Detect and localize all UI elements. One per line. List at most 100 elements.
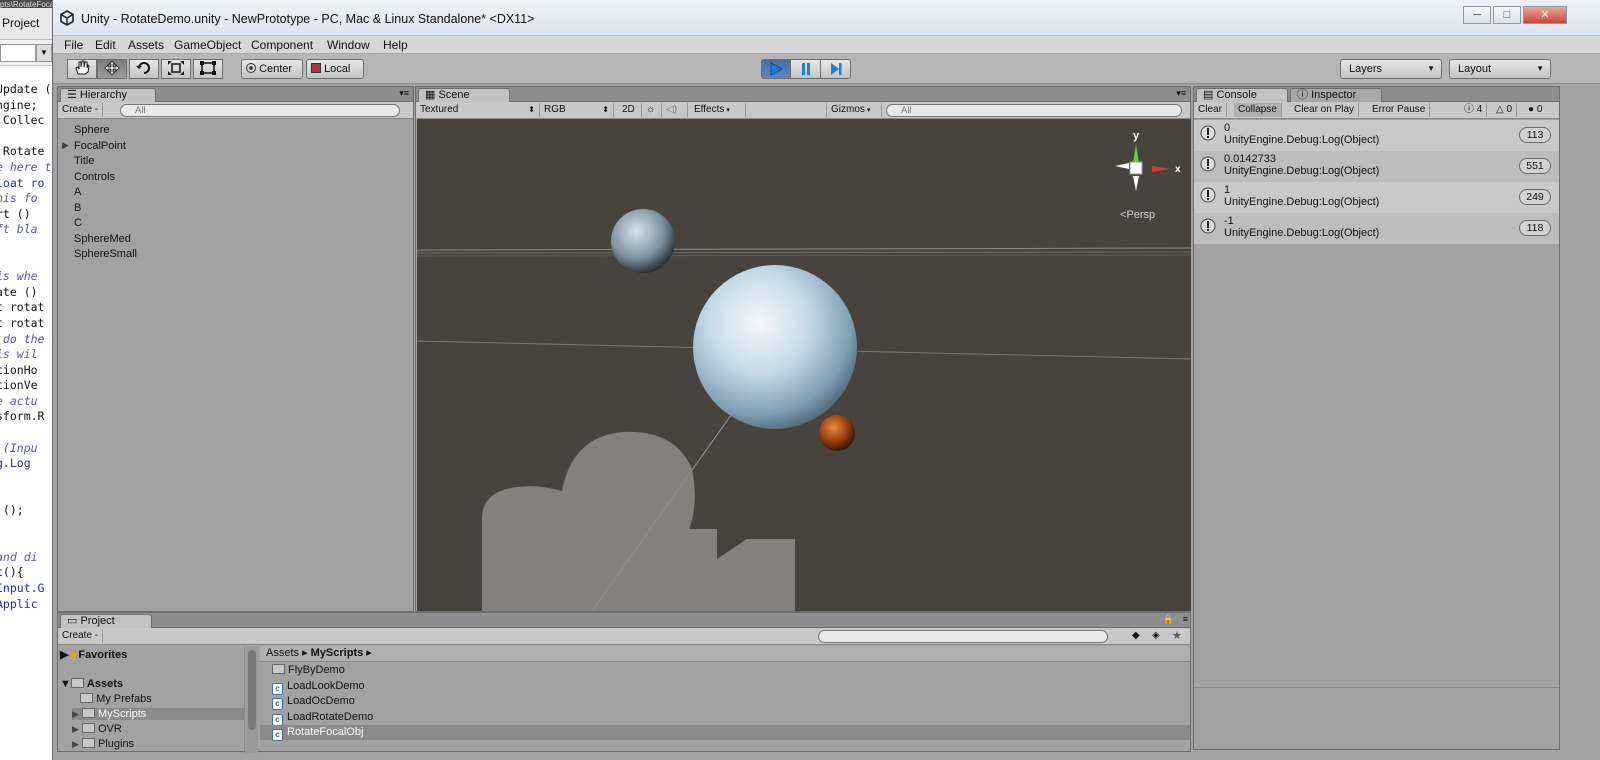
mode-2d-toggle[interactable]: 2D [618,103,642,117]
pivot-center-button[interactable]: Center [241,59,303,79]
hierarchy-item[interactable]: Title [74,155,94,167]
asset-script[interactable]: c RotateFocalObj [260,725,1190,741]
assets-node[interactable]: ▼ Assets [60,678,123,690]
console-entry[interactable]: 0.0142733 UnityEngine.Debug:Log(Object) 55… [1194,151,1559,182]
console-error-pause-button[interactable]: Error Pause [1368,103,1431,117]
assets-tree-label: OVR [97,723,122,735]
favorite-star-icon[interactable]: ★ [1172,629,1182,642]
assets-tree-item[interactable]: ▶ MyScripts [72,708,245,720]
hierarchy-item[interactable]: SphereSmall [74,248,137,260]
hand-tool-button[interactable] [67,59,97,79]
shading-mode-dropdown[interactable]: Textured ⬍ [416,103,540,117]
asset-script[interactable]: c LoadOcDemo [260,694,1190,710]
layout-dropdown[interactable]: Layout ▼ [1449,59,1551,79]
panel-menu-icon[interactable]: ≡ [1183,614,1188,624]
render-mode-dropdown[interactable]: RGB ⬍ [540,103,614,117]
hierarchy-create-button[interactable]: Create - [58,103,104,117]
scene-viewport[interactable]: y x <Persp [417,119,1191,611]
tab-project[interactable]: ▭ Project [60,614,152,628]
console-entry[interactable]: 0 UnityEngine.Debug:Log(Object) 113 [1194,120,1559,151]
breadcrumb-myscripts[interactable]: MyScripts [311,647,364,659]
sphere[interactable] [693,265,857,429]
gizmo-x-axis[interactable] [1152,166,1171,172]
maximize-button[interactable]: □ [1493,6,1521,24]
scene-gizmo[interactable]: y x <Persp [1115,130,1181,221]
hierarchy-item[interactable]: Controls [74,171,115,183]
play-button[interactable] [761,59,791,79]
hierarchy-item[interactable]: SphereMed [74,233,131,245]
menu-help[interactable]: Help [383,38,408,52]
effects-dropdown[interactable]: Effects ▾ [690,103,746,117]
menu-assets[interactable]: Assets [128,38,164,52]
chevron-down-icon[interactable]: ▼ [36,44,52,62]
gizmo-y-axis[interactable] [1133,144,1139,163]
favorites-node[interactable]: ▶★Favorites [60,648,127,661]
project-tree-scrollbar[interactable] [246,646,258,753]
scrollbar-thumb[interactable] [248,650,256,730]
menu-component[interactable]: Component [251,38,313,52]
layers-dropdown[interactable]: Layers ▼ [1340,59,1442,79]
project-tree: ▶★Favorites ▼ Assets My Prefabs ▶ MyScript… [58,646,245,753]
log-filter-toggle[interactable]: ⓘ 4 [1460,103,1488,117]
console-entry[interactable]: -1 UnityEngine.Debug:Log(Object) 118 [1194,213,1559,244]
tab-console[interactable]: ▤ Console [1196,88,1288,102]
gizmo-neg-y-axis[interactable] [1133,176,1139,191]
minimize-button[interactable]: ─ [1463,6,1491,24]
hierarchy-item[interactable]: C [74,217,82,229]
asset-folder[interactable]: FlyByDemo [260,663,1190,678]
sphere-med[interactable] [611,209,675,273]
code-line: Rotate [0,144,45,159]
tab-scene[interactable]: ▦ Scene [418,88,510,102]
filter-by-label-icon[interactable]: ◈ [1152,630,1160,641]
asset-script[interactable]: c LoadLookDemo [260,679,1190,695]
scale-tool-button[interactable] [161,59,191,79]
menu-edit[interactable]: Edit [95,38,116,52]
console-clear-button[interactable]: Clear [1194,103,1227,117]
projection-label[interactable]: <Persp [1120,209,1155,221]
hierarchy-item[interactable]: B [74,202,81,214]
close-button[interactable]: ✕ [1523,6,1567,24]
hierarchy-search-input[interactable]: All [120,104,400,117]
assets-tree-item[interactable]: ▶ OVR [72,723,245,735]
menu-window[interactable]: Window [327,38,370,52]
tab-inspector[interactable]: ⓘ Inspector [1290,88,1382,102]
rotate-tool-button[interactable] [129,59,159,79]
error-filter-toggle[interactable]: ● 0 [1524,103,1546,117]
project-search-input[interactable] [818,630,1108,643]
tab-hierarchy[interactable]: ☰ Hierarchy [60,88,156,102]
asset-script[interactable]: c LoadRotateDemo [260,710,1190,726]
pivot-local-button[interactable]: Local [306,59,364,79]
assets-tree-item[interactable]: My Prefabs [72,693,245,705]
panel-menu-icon[interactable]: ▾≡ [399,88,409,99]
lighting-toggle[interactable]: ☼ [642,103,662,117]
gizmos-dropdown[interactable]: Gizmos ▾ [826,103,882,117]
hierarchy-item[interactable]: Sphere [74,124,109,136]
rect-tool-button[interactable] [193,59,223,79]
move-tool-button[interactable] [97,59,127,79]
step-button[interactable] [820,59,851,79]
panel-menu-icon[interactable]: ▾≡ [1176,88,1186,99]
console-collapse-button[interactable]: Collapse [1234,103,1282,117]
assets-tree-item[interactable]: ▶ Plugins [72,738,245,750]
gizmo-neg-x-axis[interactable] [1115,163,1129,169]
hierarchy-item[interactable]: A [74,186,81,198]
audio-toggle[interactable]: ◁) [662,103,688,117]
console-clear-on-play-button[interactable]: Clear on Play [1290,103,1360,117]
filter-by-type-icon[interactable]: ◆ [1132,630,1140,641]
expand-arrow-icon[interactable]: ▶ [62,140,69,151]
menu-file[interactable]: File [64,38,83,52]
menu-gameobject[interactable]: GameObject [174,38,241,52]
scene-search-input[interactable]: All [886,104,1182,117]
breadcrumb-assets[interactable]: Assets [266,647,299,659]
project-create-button[interactable]: Create - [58,629,104,643]
warning-filter-toggle[interactable]: △ 0 [1492,103,1518,117]
gizmo-center[interactable] [1129,161,1143,175]
lock-icon[interactable]: 🔒 [1163,614,1174,625]
background-editor-tab[interactable]: Project [0,8,52,40]
background-editor-dropdown[interactable] [0,44,36,62]
console-entry[interactable]: 1 UnityEngine.Debug:Log(Object) 249 [1194,182,1559,213]
scale-icon [168,61,184,75]
hierarchy-item[interactable]: ▶ FocalPoint [62,140,126,152]
sphere-small[interactable] [819,415,855,451]
pause-button[interactable] [790,59,821,79]
